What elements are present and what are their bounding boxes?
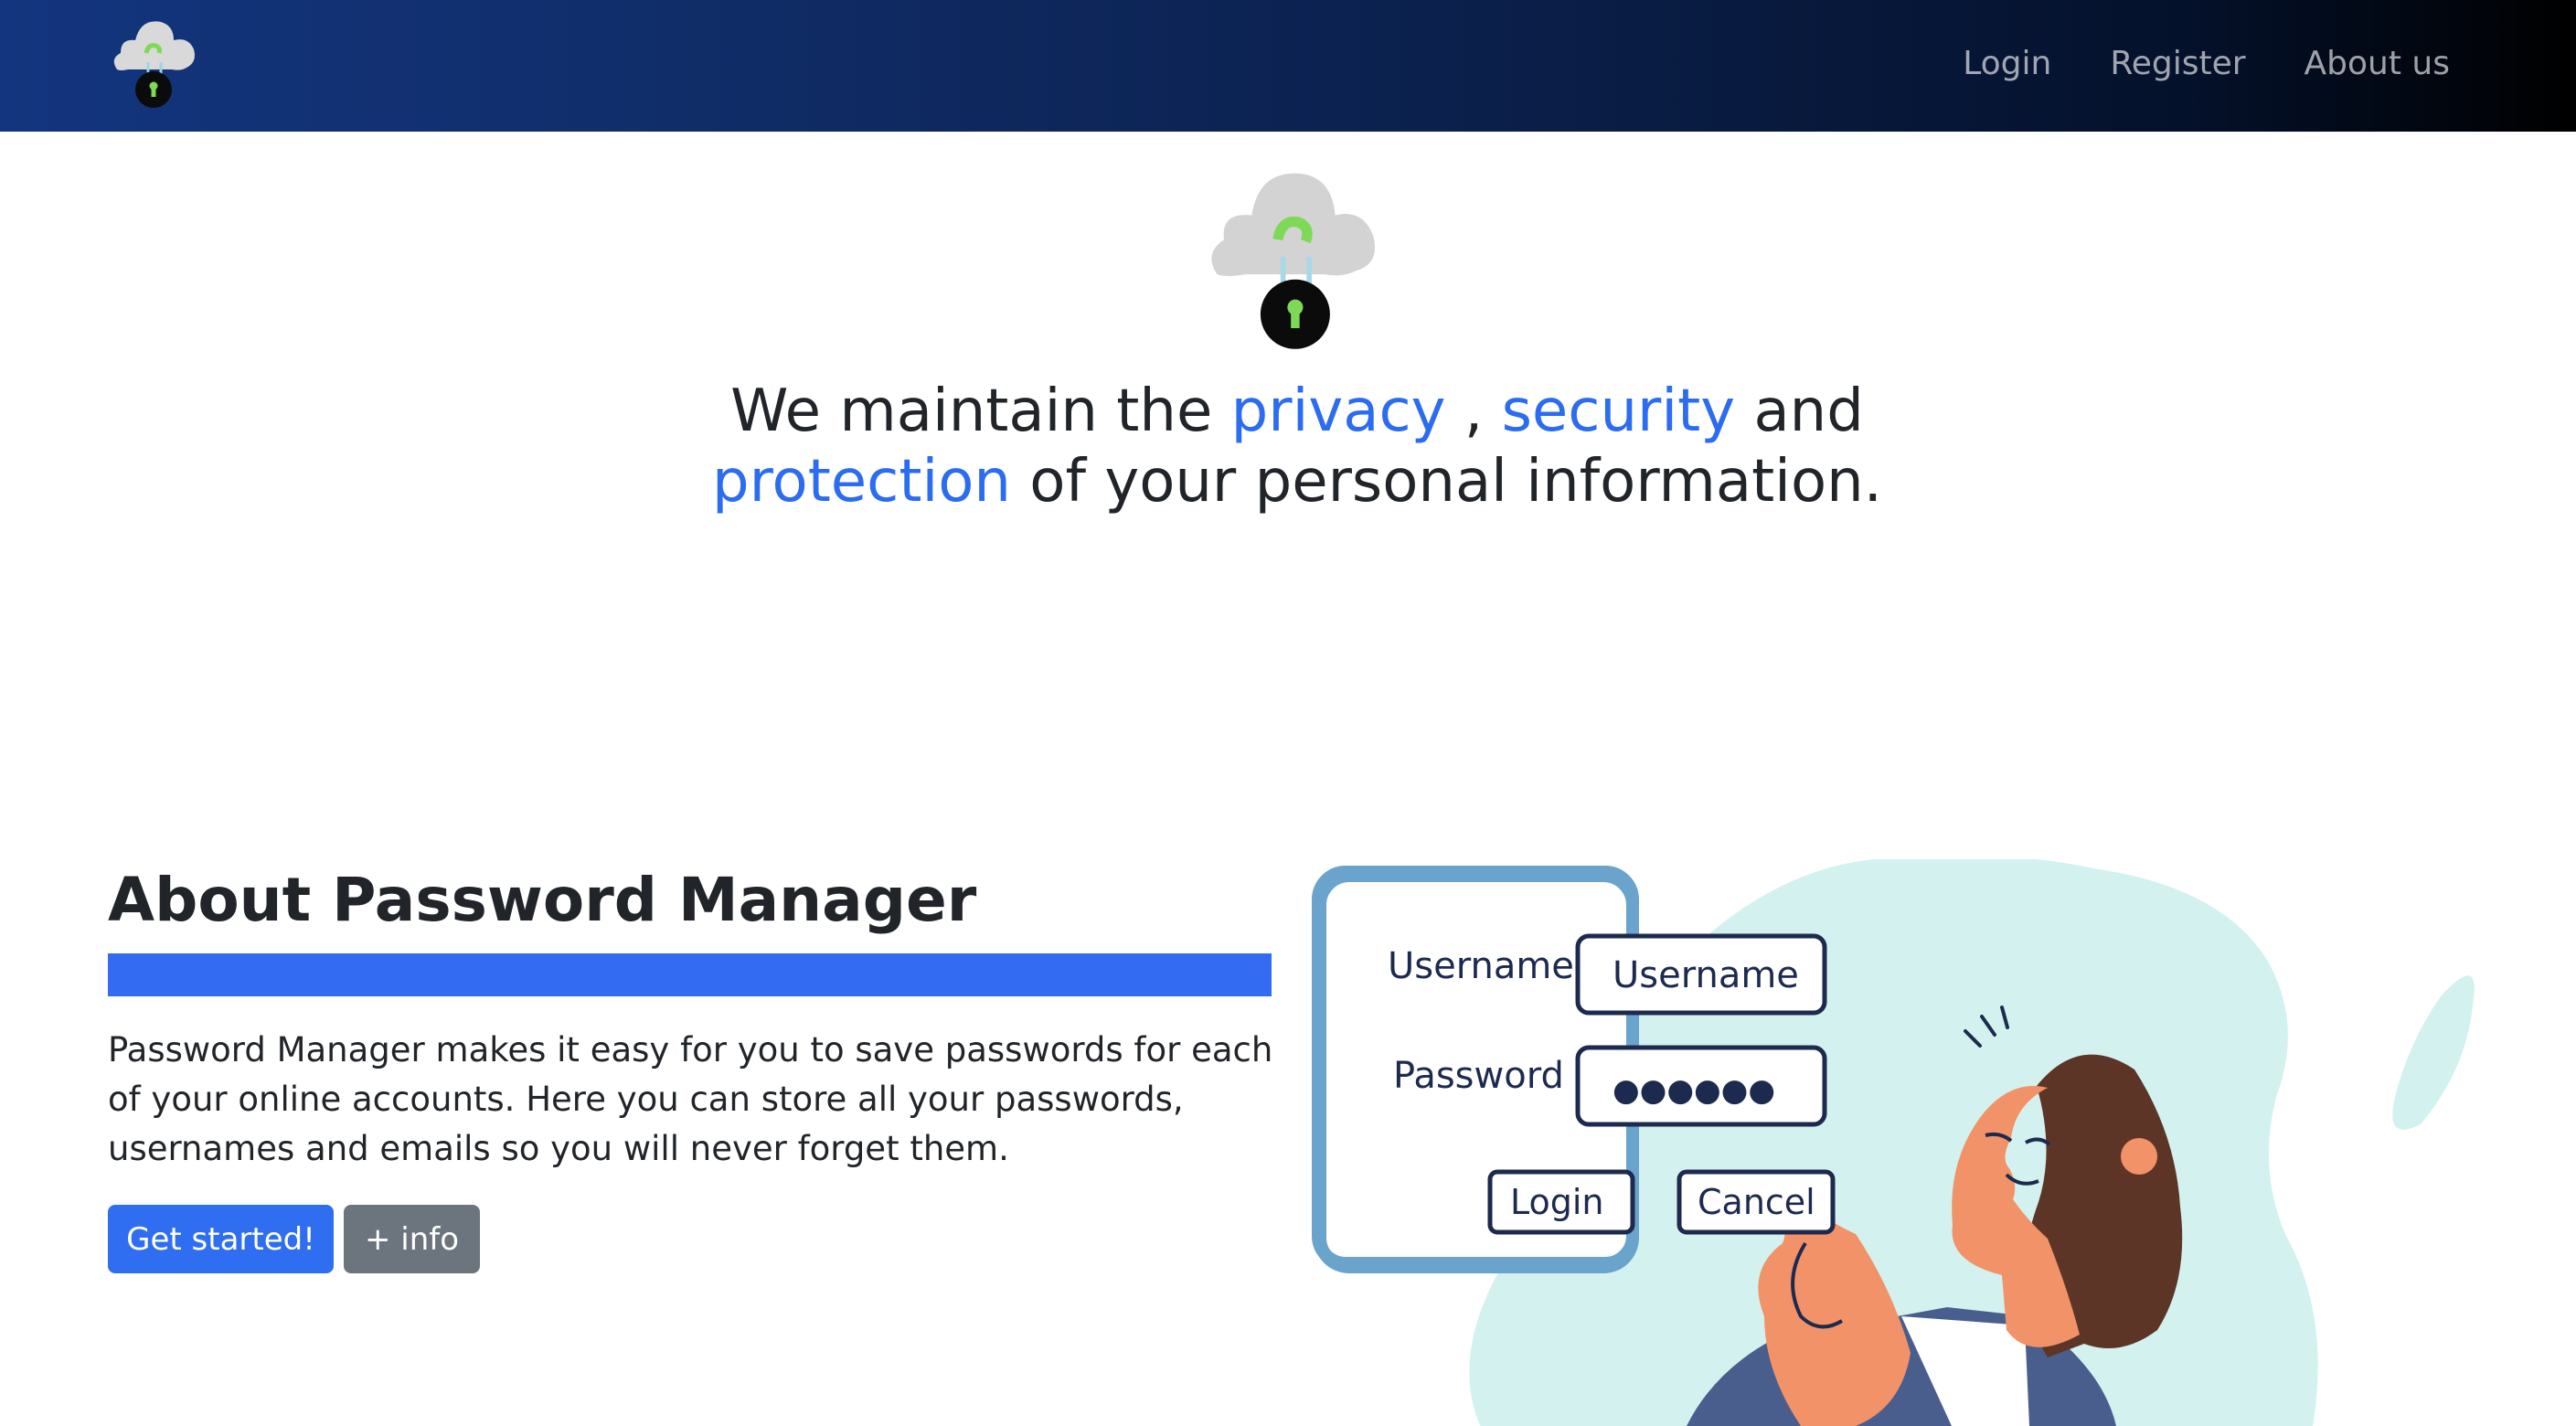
highlight-privacy: privacy <box>1230 378 1446 445</box>
tagline-text-1: We maintain the <box>730 378 1231 445</box>
nav-register-link[interactable]: Register <box>2110 45 2245 82</box>
highlight-protection: protection <box>712 448 1011 516</box>
illus-password-label: Password <box>1393 1055 1564 1097</box>
nav-about-link[interactable]: About us <box>2305 45 2450 82</box>
illus-login-button: Login <box>1510 1182 1604 1222</box>
illus-username-value: Username <box>1613 954 1799 996</box>
nav-login-link[interactable]: Login <box>1963 45 2051 82</box>
more-info-button[interactable]: + info <box>344 1205 480 1273</box>
illus-username-label: Username <box>1388 945 1574 987</box>
highlight-security: security <box>1501 378 1736 445</box>
illus-cancel-button: Cancel <box>1698 1182 1815 1222</box>
login-form-illustration: Username Username Password ●●●●●● Login … <box>1312 859 2475 1426</box>
tagline-text-2: , <box>1445 378 1502 445</box>
title-underline-bar <box>108 953 1272 996</box>
navbar: Login Register About us <box>0 0 2576 132</box>
about-title: About Password Manager <box>108 865 977 935</box>
tagline-text-3: and <box>1735 378 1864 445</box>
cloud-lock-icon[interactable] <box>108 13 199 110</box>
get-started-button[interactable]: Get started! <box>108 1205 334 1273</box>
hero-tagline: We maintain the privacy , security and p… <box>648 377 1946 517</box>
illus-password-dots: ●●●●●● <box>1613 1072 1775 1109</box>
nav-links: Login Register About us <box>1904 0 2450 126</box>
about-description: Password Manager makes it easy for you t… <box>108 1030 1273 1168</box>
tagline-text-4: of your personal information. <box>1010 448 1882 516</box>
cloud-lock-icon <box>1211 173 1376 349</box>
